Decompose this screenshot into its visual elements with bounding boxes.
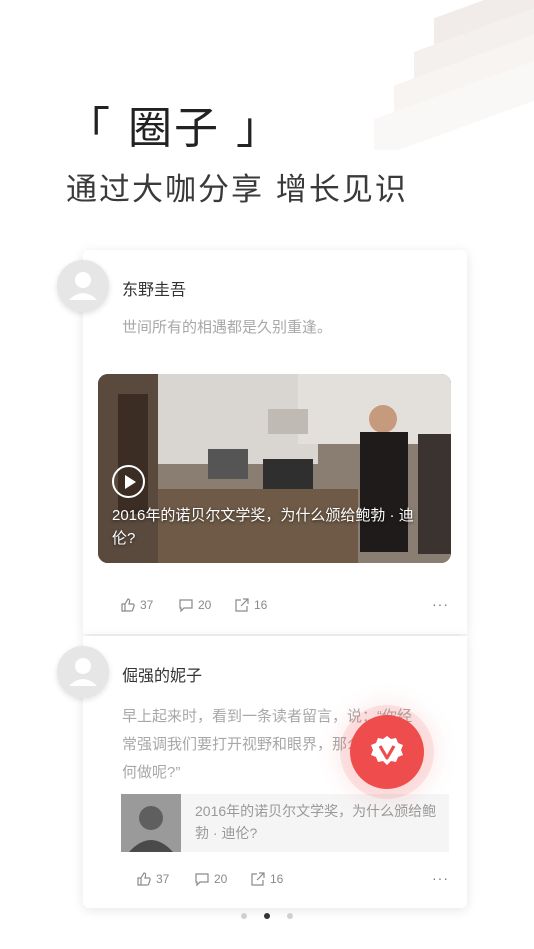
page-dot-active[interactable] [264, 913, 270, 919]
play-icon[interactable] [112, 465, 145, 498]
comment-button[interactable]: 20 [178, 597, 211, 613]
post-author[interactable]: 东野圭吾 [122, 276, 186, 300]
linked-article-title[interactable]: 2016年的诺贝尔文学奖，为什么颁给鲍勃 · 迪伦? [195, 800, 440, 844]
v-badge-icon [371, 736, 403, 765]
like-icon [121, 598, 135, 612]
decorative-stairs [374, 0, 534, 150]
page-dot[interactable] [287, 913, 293, 919]
comment-icon [195, 873, 209, 887]
page-dot[interactable] [241, 913, 247, 919]
more-options-button[interactable]: ··· [432, 596, 449, 612]
linked-article-thumbnail [121, 794, 181, 852]
post-quote: 世间所有的相遇都是久别重逢。 [122, 319, 333, 336]
avatar-placeholder-icon [69, 272, 97, 300]
like-icon [137, 872, 151, 886]
avatar[interactable] [57, 260, 109, 312]
comment-count: 20 [214, 872, 228, 886]
like-button[interactable]: 37 [136, 871, 169, 887]
like-button[interactable]: 37 [120, 597, 153, 613]
page-title: 「 圈子 」 [66, 103, 282, 154]
like-count: 37 [140, 598, 154, 612]
avatar[interactable] [57, 646, 109, 698]
comment-icon [179, 599, 193, 613]
page-subtitle: 通过大咖分享 增长见识 [66, 172, 408, 208]
share-icon [235, 598, 249, 612]
share-button[interactable]: 16 [234, 597, 267, 613]
post-author[interactable]: 倔强的妮子 [122, 662, 202, 686]
comment-button[interactable]: 20 [194, 871, 227, 887]
video-title[interactable]: 2016年的诺贝尔文学奖，为什么颁给鲍勃 · 迪伦? [112, 504, 432, 550]
more-options-button[interactable]: ··· [432, 870, 449, 886]
v-badge-button[interactable] [350, 715, 424, 789]
avatar-placeholder-icon [69, 658, 97, 686]
share-button[interactable]: 16 [250, 871, 283, 887]
share-count: 16 [270, 872, 284, 886]
like-count: 37 [156, 872, 170, 886]
portrait-image [121, 794, 181, 852]
page-indicator [241, 913, 293, 919]
comment-count: 20 [198, 598, 212, 612]
share-count: 16 [254, 598, 268, 612]
share-icon [251, 872, 265, 886]
